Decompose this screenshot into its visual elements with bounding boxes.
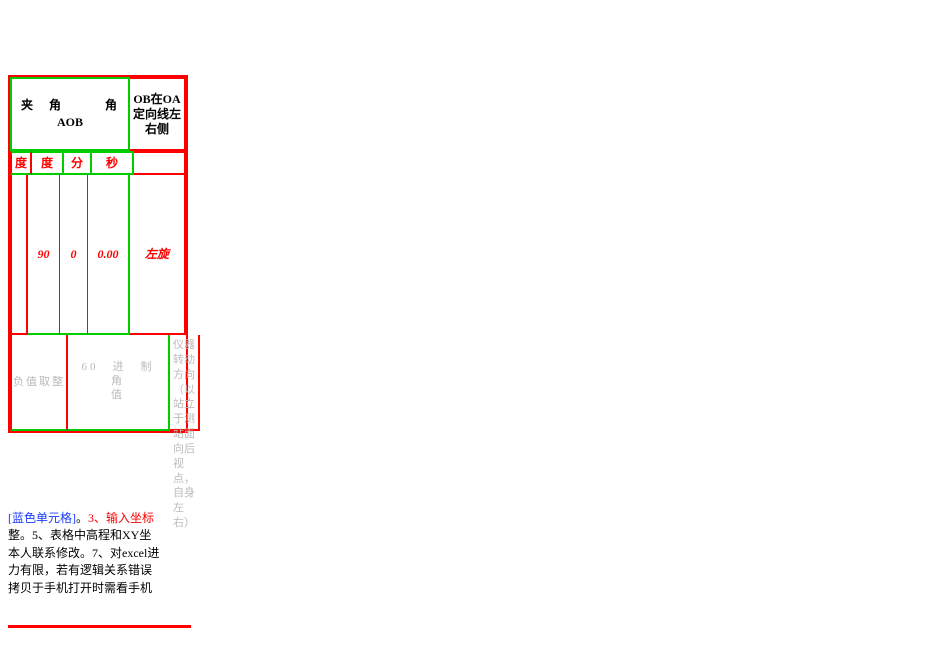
notes-block: [蓝色单元格]。3、输入坐标 整。5、表格中高程和XY坐 本人联系修改。7、对e… bbox=[8, 510, 184, 597]
desc-sexagesimal: 60 进 制 角 值 bbox=[68, 335, 170, 431]
data-miao-value: 0.00 bbox=[88, 175, 130, 335]
desc-rotation-direction: 仪器转动方向（以站立于测站面向后视点，自身左右） bbox=[170, 335, 200, 431]
header-ob-side: OB在OA定向线左右侧 bbox=[130, 77, 186, 151]
desc-sexagesimal-top: 60 进 制 角 bbox=[71, 361, 165, 389]
note-blue-cell: [蓝色单元格] bbox=[8, 511, 76, 525]
note-line-4: 力有限，若有逻辑关系错误 bbox=[8, 563, 152, 577]
subheader-fen: 分 bbox=[64, 151, 92, 175]
subheader-du: 度 bbox=[32, 151, 64, 175]
subheader-row: 度 度 分 秒 bbox=[10, 151, 186, 175]
bottom-red-rule bbox=[8, 625, 191, 628]
header-row: 夹 角 角 AOB OB在OA定向线左右侧 bbox=[10, 77, 186, 151]
desc-negative-round-text: 负值取整 bbox=[13, 375, 65, 389]
header-angle-label: 夹 角 角 bbox=[21, 98, 119, 113]
header-aob-label: AOB bbox=[57, 115, 83, 130]
data-fen-value: 0 bbox=[60, 175, 88, 335]
data-side-value: 左旋 bbox=[130, 175, 186, 335]
note-l1-tail: 。 bbox=[76, 511, 88, 525]
desc-negative-round: 负值取整 bbox=[10, 335, 68, 431]
data-du-outer bbox=[10, 175, 28, 335]
subheader-du-outer: 度 bbox=[10, 151, 32, 175]
header-angle-aob: 夹 角 角 AOB bbox=[10, 77, 130, 151]
note-3-red: 3、输入坐标 bbox=[88, 511, 154, 525]
note-line-2: 整。5、表格中高程和XY坐 bbox=[8, 528, 151, 542]
note-line-3: 本人联系修改。7、对excel进 bbox=[8, 546, 159, 560]
data-du-value: 90 bbox=[28, 175, 60, 335]
subheader-miao: 秒 bbox=[92, 151, 134, 175]
note-line-5: 拷贝于手机打开时需看手机 bbox=[8, 581, 152, 595]
desc-sexagesimal-bottom: 值 bbox=[111, 389, 125, 403]
description-row: 负值取整 60 进 制 角 值 仪器转动方向（以站立于测站面向后视点，自身左右） bbox=[10, 335, 186, 431]
angle-table: 夹 角 角 AOB OB在OA定向线左右侧 度 度 分 秒 90 0 0.00 … bbox=[8, 75, 188, 433]
data-row: 90 0 0.00 左旋 bbox=[10, 175, 186, 335]
subheader-side-blank bbox=[134, 151, 186, 175]
